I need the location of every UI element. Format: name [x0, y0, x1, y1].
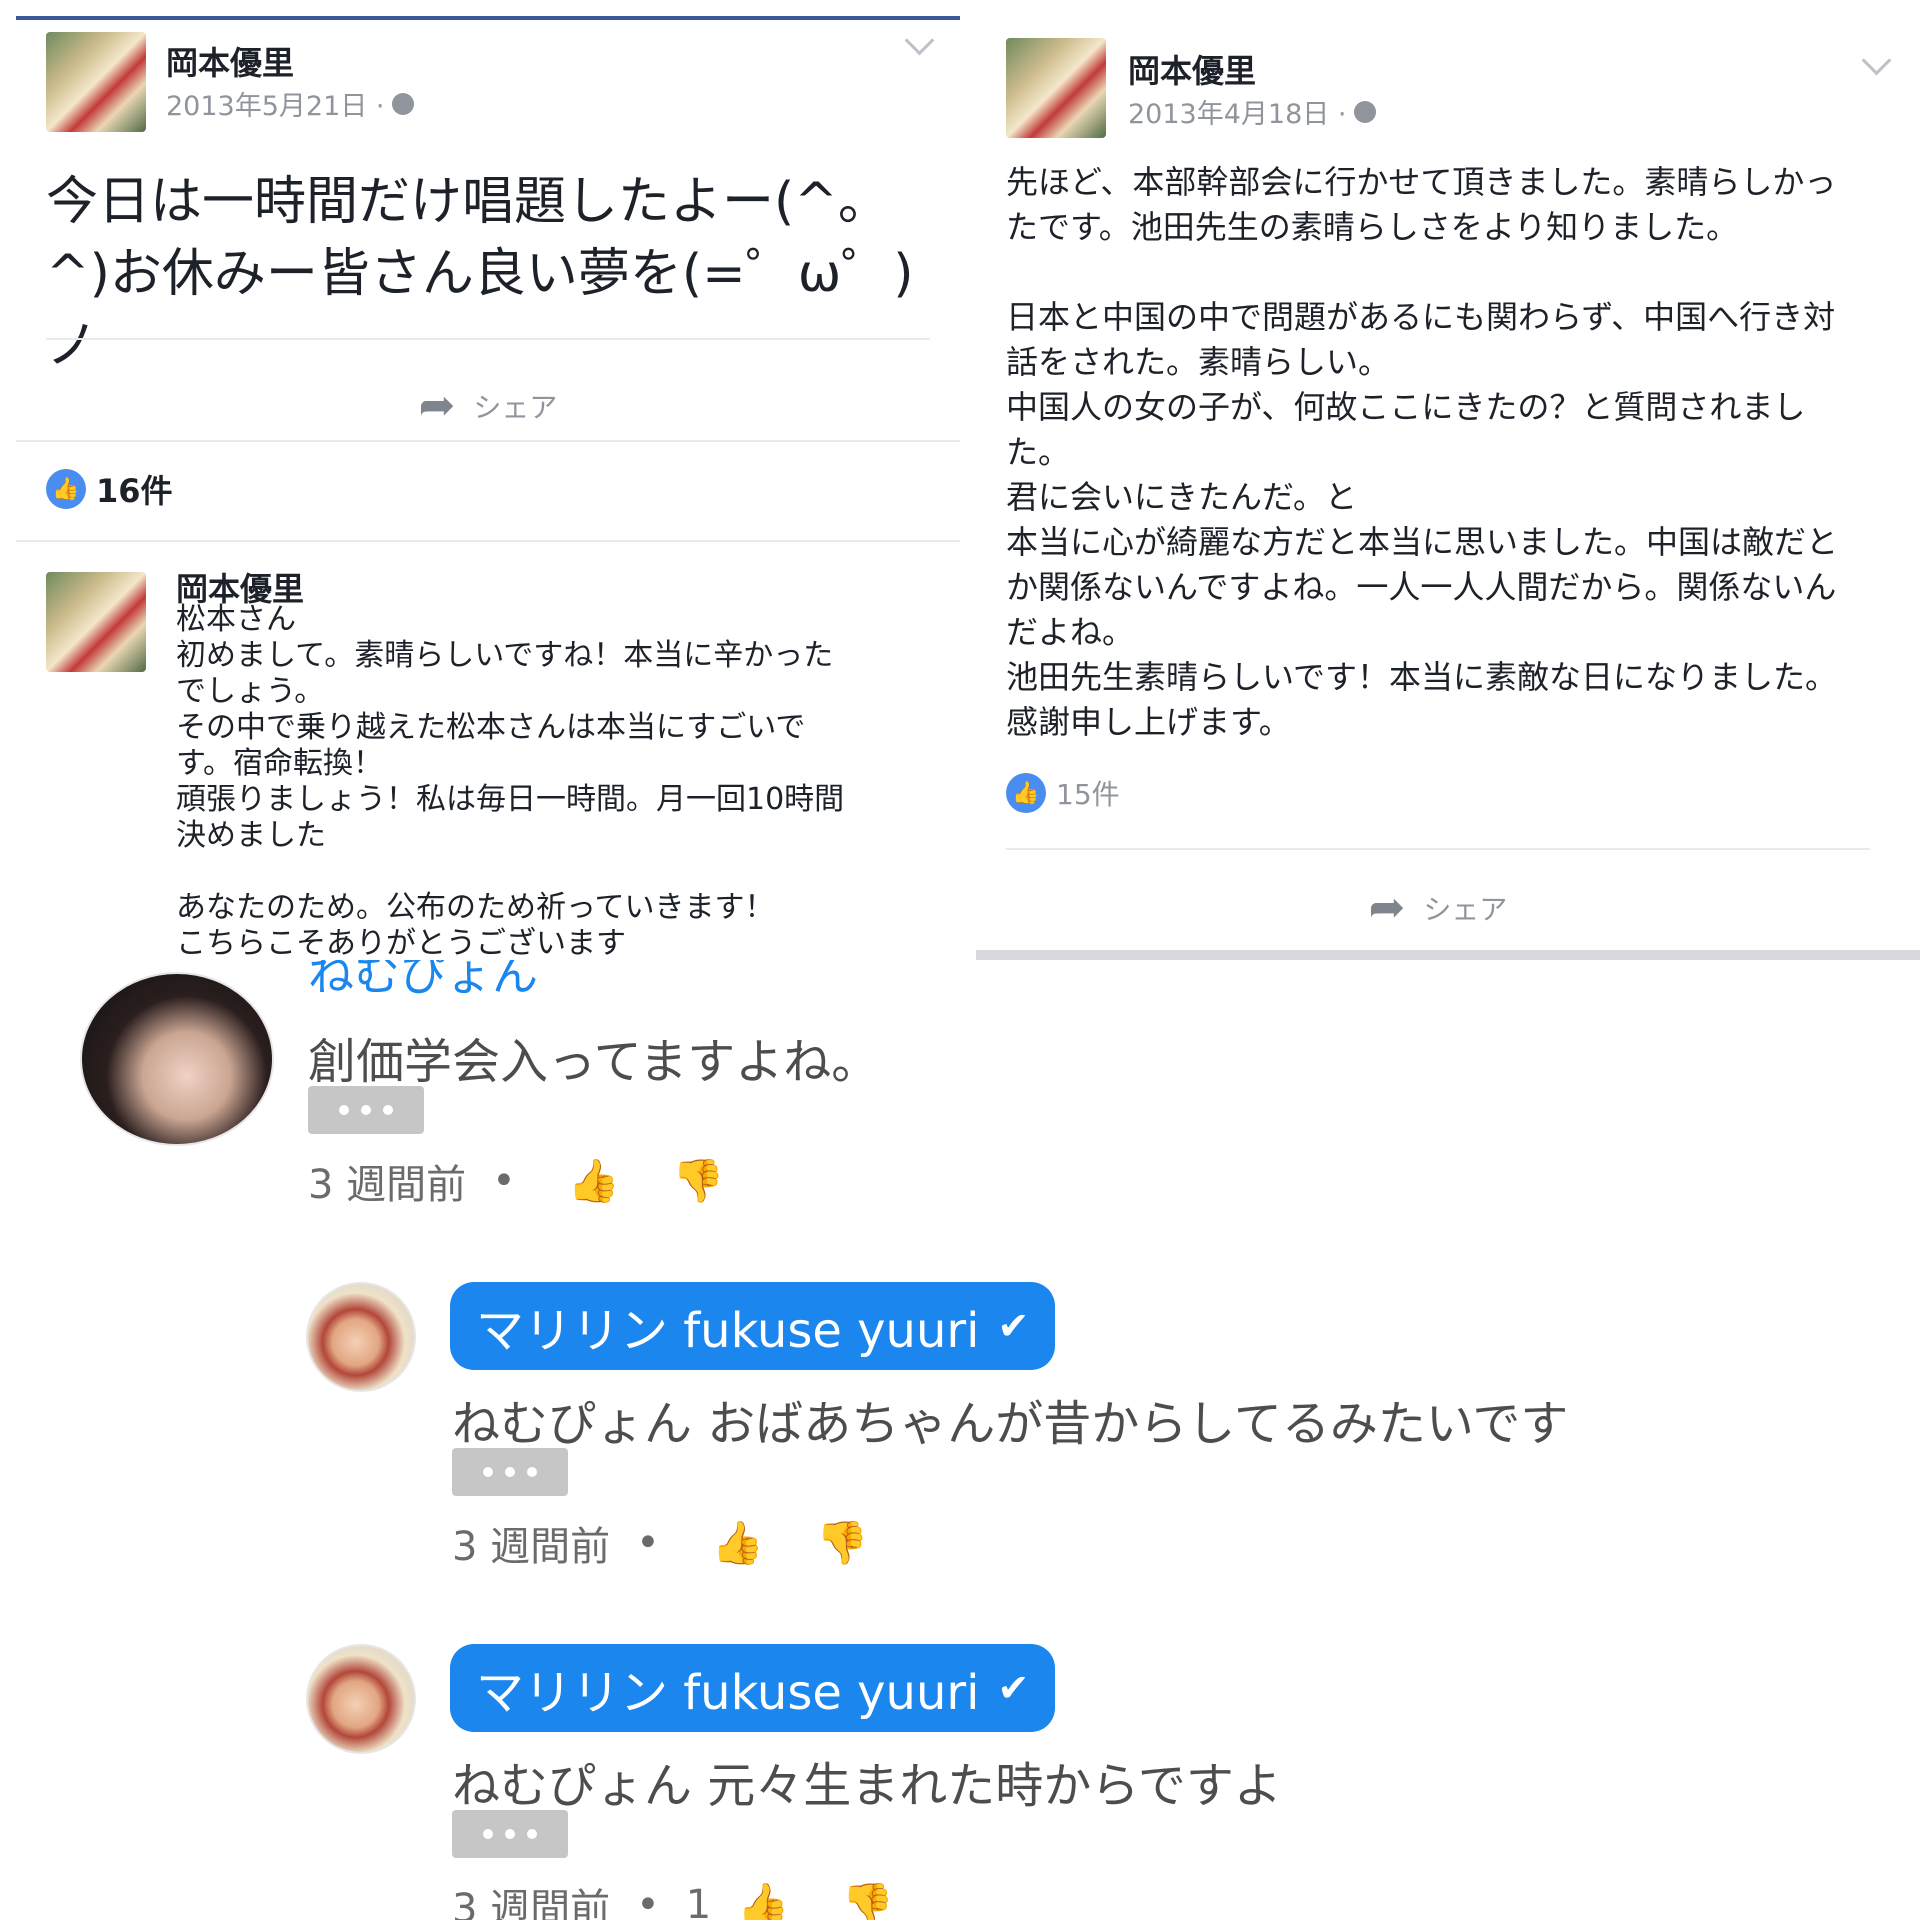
thumb-up-icon[interactable]: 👍 [712, 1522, 764, 1564]
commenter-avatar[interactable] [306, 1282, 416, 1392]
author-avatar[interactable] [1006, 38, 1106, 138]
like-count: 15件 [1056, 778, 1120, 811]
top-accent-bar [16, 16, 960, 20]
separator: • [636, 1520, 660, 1566]
yt-comments: ねむぴょん 創価学会入ってますよね。 3 週間前 • 👍 👎 マリリン fuku… [0, 960, 1920, 1920]
commenter-name: マリリン fukuse yuuri [476, 1303, 980, 1359]
comment-time: 3 週間前 [452, 1886, 611, 1920]
comment-text: 松本さん 初めまして。素晴らしいですね！本当に辛かった でしょう。 その中で乗り… [176, 602, 845, 961]
more-button[interactable] [308, 1086, 424, 1134]
commenter-name: マリリン fukuse yuuri [476, 1665, 980, 1721]
comment-text: ねむぴょん 元々生まれた時からですよ [452, 1758, 1282, 1814]
commenter-name[interactable]: ねむぴょん [308, 960, 538, 1004]
thumb-down-icon[interactable]: 👎 [816, 1522, 868, 1564]
post-text: 先ほど、本部幹部会に行かせて頂きました。素晴らしかっ たです。池田先生の素晴らし… [1006, 163, 1839, 741]
post-text: 今日は一時間だけ唱題したよー(^。 ^)お休みー皆さん良い夢を(=゜ω゜)ノ [46, 172, 914, 376]
author-avatar[interactable] [46, 32, 146, 132]
separator: • [636, 1882, 660, 1920]
share-label: シェア [473, 391, 558, 424]
post-date[interactable]: 2013年4月18日 · [1128, 92, 1377, 131]
share-label: シェア [1423, 893, 1508, 926]
thumb-down-icon[interactable]: 👎 [672, 1160, 724, 1202]
commenter-name-pill[interactable]: マリリン fukuse yuuri ✔ [450, 1644, 1056, 1732]
thumb-up-icon[interactable]: 👍 [737, 1884, 789, 1920]
left-post: 岡本優里 2013年5月21日 · 今日は一時間だけ唱題したよー(^。 ^)お休… [16, 16, 960, 961]
comment-meta: 3 週間前 • 👍 👎 [452, 1514, 868, 1572]
globe-icon [1354, 100, 1377, 123]
share-icon: ➦ [418, 380, 456, 431]
right-post: 岡本優里 2013年4月18日 · 先ほど、本部幹部会に行かせて頂きました。素晴… [976, 20, 1920, 960]
globe-icon [392, 92, 415, 115]
like-icon: 👍 [46, 469, 86, 509]
divider [1006, 848, 1870, 850]
verified-icon: ✔ [997, 1666, 1030, 1710]
thumb-up-icon[interactable]: 👍 [568, 1160, 620, 1202]
post-date[interactable]: 2013年5月21日 · [166, 84, 415, 123]
like-count: 1 [685, 1882, 712, 1920]
verified-icon: ✔ [997, 1304, 1030, 1348]
chevron-down-icon[interactable] [904, 25, 935, 56]
like-summary[interactable]: 👍 16件 [46, 466, 173, 512]
comment-meta: 3 週間前 • 1 👍 👎 [452, 1876, 894, 1920]
post-date-text: 2013年5月21日 · [166, 91, 385, 122]
divider [46, 338, 930, 340]
more-button[interactable] [452, 1810, 568, 1858]
comment-text: ねむぴょん おばあちゃんが昔からしてるみたいです [452, 1396, 1569, 1452]
like-count: 16件 [96, 472, 173, 510]
comment-time: 3 週間前 [308, 1162, 467, 1208]
author-name[interactable]: 岡本優里 [1128, 46, 1256, 92]
comment-time: 3 週間前 [452, 1524, 611, 1570]
commenter-avatar[interactable] [306, 1644, 416, 1754]
divider [16, 440, 960, 442]
bottom-border [976, 950, 1920, 960]
divider [16, 540, 960, 542]
post-date-text: 2013年4月18日 · [1128, 99, 1347, 130]
share-button[interactable]: ➦ シェア [1006, 878, 1870, 938]
chevron-down-icon[interactable] [1861, 45, 1892, 76]
more-button[interactable] [452, 1448, 568, 1496]
commenter-name-pill[interactable]: マリリン fukuse yuuri ✔ [450, 1282, 1056, 1370]
share-icon: ➦ [1368, 882, 1406, 933]
comment-text: 創価学会入ってますよね。 [308, 1034, 880, 1090]
author-name[interactable]: 岡本優里 [166, 38, 294, 84]
commenter-avatar[interactable] [80, 972, 274, 1146]
thumb-down-icon[interactable]: 👎 [842, 1884, 894, 1920]
separator: • [492, 1158, 516, 1204]
commenter-avatar[interactable] [46, 572, 146, 672]
like-icon: 👍 [1006, 773, 1046, 813]
like-summary[interactable]: 👍 15件 [1006, 773, 1120, 813]
share-button[interactable]: ➦ シェア [46, 376, 930, 436]
comment-meta: 3 週間前 • 👍 👎 [308, 1152, 724, 1210]
